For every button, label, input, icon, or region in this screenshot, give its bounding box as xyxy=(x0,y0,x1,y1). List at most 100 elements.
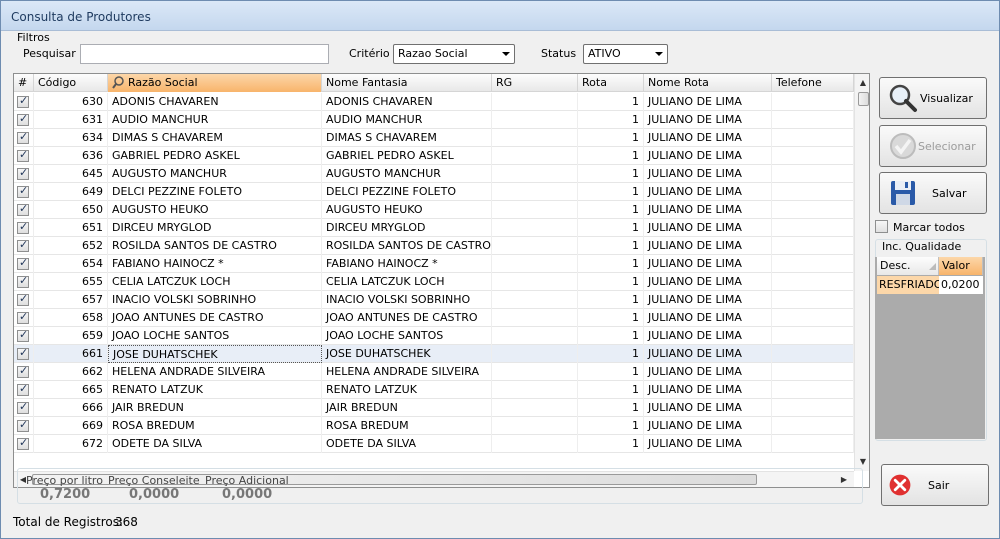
cell-rg[interactable] xyxy=(492,363,578,381)
cell-telefone[interactable] xyxy=(772,435,854,453)
cell-rota[interactable]: 1 xyxy=(578,399,644,417)
cell-razao-social[interactable]: ODETE DA SILVA xyxy=(108,435,322,453)
cell-telefone[interactable] xyxy=(772,147,854,165)
row-checkbox[interactable] xyxy=(17,310,29,324)
cell-codigo[interactable]: 669 xyxy=(34,417,108,435)
row-checkbox[interactable] xyxy=(17,184,29,198)
cell-rg[interactable] xyxy=(492,237,578,255)
cell-nome-rota[interactable]: JULIANO DE LIMA xyxy=(644,435,772,453)
row-checkbox[interactable] xyxy=(17,112,29,126)
table-row[interactable]: 665RENATO LATZUKRENATO LATZUK1JULIANO DE… xyxy=(14,381,854,399)
row-checkbox[interactable] xyxy=(17,238,29,252)
cell-check[interactable] xyxy=(14,363,34,381)
cell-nome-fantasia[interactable]: JOAO LOCHE SANTOS xyxy=(322,327,492,345)
cell-razao-social[interactable]: JAIR BREDUN xyxy=(108,399,322,417)
cell-razao-social[interactable]: AUDIO MANCHUR xyxy=(108,111,322,129)
cell-codigo[interactable]: 662 xyxy=(34,363,108,381)
cell-rota[interactable]: 1 xyxy=(578,147,644,165)
cell-telefone[interactable] xyxy=(772,327,854,345)
cell-codigo[interactable]: 650 xyxy=(34,201,108,219)
table-row[interactable]: 645AUGUSTO MANCHURAUGUSTO MANCHUR1JULIAN… xyxy=(14,165,854,183)
selecionar-button[interactable]: Selecionar xyxy=(879,125,987,167)
cell-rg[interactable] xyxy=(492,435,578,453)
cell-check[interactable] xyxy=(14,381,34,399)
cell-codigo[interactable]: 631 xyxy=(34,111,108,129)
cell-rota[interactable]: 1 xyxy=(578,417,644,435)
table-row[interactable]: 631AUDIO MANCHURAUDIO MANCHUR1JULIANO DE… xyxy=(14,111,854,129)
row-checkbox[interactable] xyxy=(17,382,29,396)
cell-rg[interactable] xyxy=(492,147,578,165)
row-checkbox[interactable] xyxy=(17,148,29,162)
cell-rota[interactable]: 1 xyxy=(578,309,644,327)
title-bar[interactable]: Consulta de Produtores xyxy=(1,1,999,31)
cell-codigo[interactable]: 630 xyxy=(34,93,108,111)
cell-nome-fantasia[interactable]: AUDIO MANCHUR xyxy=(322,111,492,129)
cell-check[interactable] xyxy=(14,255,34,273)
cell-telefone[interactable] xyxy=(772,255,854,273)
cell-check[interactable] xyxy=(14,435,34,453)
cell-razao-social[interactable]: DIMAS S CHAVAREM xyxy=(108,129,322,147)
cell-telefone[interactable] xyxy=(772,417,854,435)
cell-rota[interactable]: 1 xyxy=(578,219,644,237)
header-rota[interactable]: Rota xyxy=(578,74,644,92)
row-checkbox[interactable] xyxy=(17,400,29,414)
cell-nome-rota[interactable]: JULIANO DE LIMA xyxy=(644,219,772,237)
cell-rg[interactable] xyxy=(492,309,578,327)
cell-rg[interactable] xyxy=(492,111,578,129)
cell-rota[interactable]: 1 xyxy=(578,273,644,291)
cell-nome-fantasia[interactable]: HELENA ANDRADE SILVEIRA xyxy=(322,363,492,381)
cell-razao-social[interactable]: ROSA BREDUM xyxy=(108,417,322,435)
cell-check[interactable] xyxy=(14,309,34,327)
cell-rota[interactable]: 1 xyxy=(578,93,644,111)
cell-telefone[interactable] xyxy=(772,237,854,255)
cell-rg[interactable] xyxy=(492,93,578,111)
cell-rota[interactable]: 1 xyxy=(578,291,644,309)
cell-codigo[interactable]: 636 xyxy=(34,147,108,165)
table-row[interactable]: 669ROSA BREDUMROSA BREDUM1JULIANO DE LIM… xyxy=(14,417,854,435)
cell-codigo[interactable]: 655 xyxy=(34,273,108,291)
producers-grid[interactable]: # Código Razão Social Nome Fantasia RG R… xyxy=(13,73,870,488)
cell-razao-social[interactable]: FABIANO HAINOCZ * xyxy=(108,255,322,273)
cell-rg[interactable] xyxy=(492,381,578,399)
table-row[interactable]: 658JOAO ANTUNES DE CASTROJOAO ANTUNES DE… xyxy=(14,309,854,327)
table-row[interactable]: 636GABRIEL PEDRO ASKELGABRIEL PEDRO ASKE… xyxy=(14,147,854,165)
visualizar-button[interactable]: Visualizar xyxy=(879,77,987,119)
cell-nome-fantasia[interactable]: ADONIS CHAVAREN xyxy=(322,93,492,111)
cell-rota[interactable]: 1 xyxy=(578,237,644,255)
cell-nome-fantasia[interactable]: GABRIEL PEDRO ASKEL xyxy=(322,147,492,165)
cell-nome-fantasia[interactable]: DIRCEU MRYGLOD xyxy=(322,219,492,237)
cell-razao-social[interactable]: ADONIS CHAVAREN xyxy=(108,93,322,111)
cell-razao-social[interactable]: GABRIEL PEDRO ASKEL xyxy=(108,147,322,165)
cell-check[interactable] xyxy=(14,273,34,291)
cell-check[interactable] xyxy=(14,219,34,237)
cell-nome-rota[interactable]: JULIANO DE LIMA xyxy=(644,147,772,165)
cell-rota[interactable]: 1 xyxy=(578,201,644,219)
cell-check[interactable] xyxy=(14,93,34,111)
cell-telefone[interactable] xyxy=(772,93,854,111)
cell-nome-fantasia[interactable]: ROSA BREDUM xyxy=(322,417,492,435)
table-row[interactable]: 651DIRCEU MRYGLODDIRCEU MRYGLOD1JULIANO … xyxy=(14,219,854,237)
cell-codigo[interactable]: 666 xyxy=(34,399,108,417)
cell-check[interactable] xyxy=(14,201,34,219)
header-razao-social[interactable]: Razão Social xyxy=(108,74,322,92)
table-row[interactable]: 650AUGUSTO HEUKOAUGUSTO HEUKO1JULIANO DE… xyxy=(14,201,854,219)
cell-check[interactable] xyxy=(14,345,34,363)
cell-codigo[interactable]: 649 xyxy=(34,183,108,201)
cell-rota[interactable]: 1 xyxy=(578,345,644,363)
cell-rg[interactable] xyxy=(492,201,578,219)
cell-nome-fantasia[interactable]: CELIA LATCZUK LOCH xyxy=(322,273,492,291)
cell-nome-fantasia[interactable]: AUGUSTO HEUKO xyxy=(322,201,492,219)
status-select[interactable]: ATIVO xyxy=(583,44,668,64)
cell-nome-rota[interactable]: JULIANO DE LIMA xyxy=(644,327,772,345)
cell-nome-fantasia[interactable]: DIMAS S CHAVAREM xyxy=(322,129,492,147)
cell-check[interactable] xyxy=(14,147,34,165)
cell-rota[interactable]: 1 xyxy=(578,435,644,453)
cell-check[interactable] xyxy=(14,129,34,147)
scroll-up-icon[interactable]: ▲ xyxy=(855,75,869,91)
table-row[interactable]: 649DELCI PEZZINE FOLETODELCI PEZZINE FOL… xyxy=(14,183,854,201)
cell-rota[interactable]: 1 xyxy=(578,129,644,147)
table-row[interactable]: 630ADONIS CHAVARENADONIS CHAVAREN1JULIAN… xyxy=(14,93,854,111)
row-checkbox[interactable] xyxy=(17,436,29,450)
row-checkbox[interactable] xyxy=(17,274,29,288)
cell-codigo[interactable]: 654 xyxy=(34,255,108,273)
